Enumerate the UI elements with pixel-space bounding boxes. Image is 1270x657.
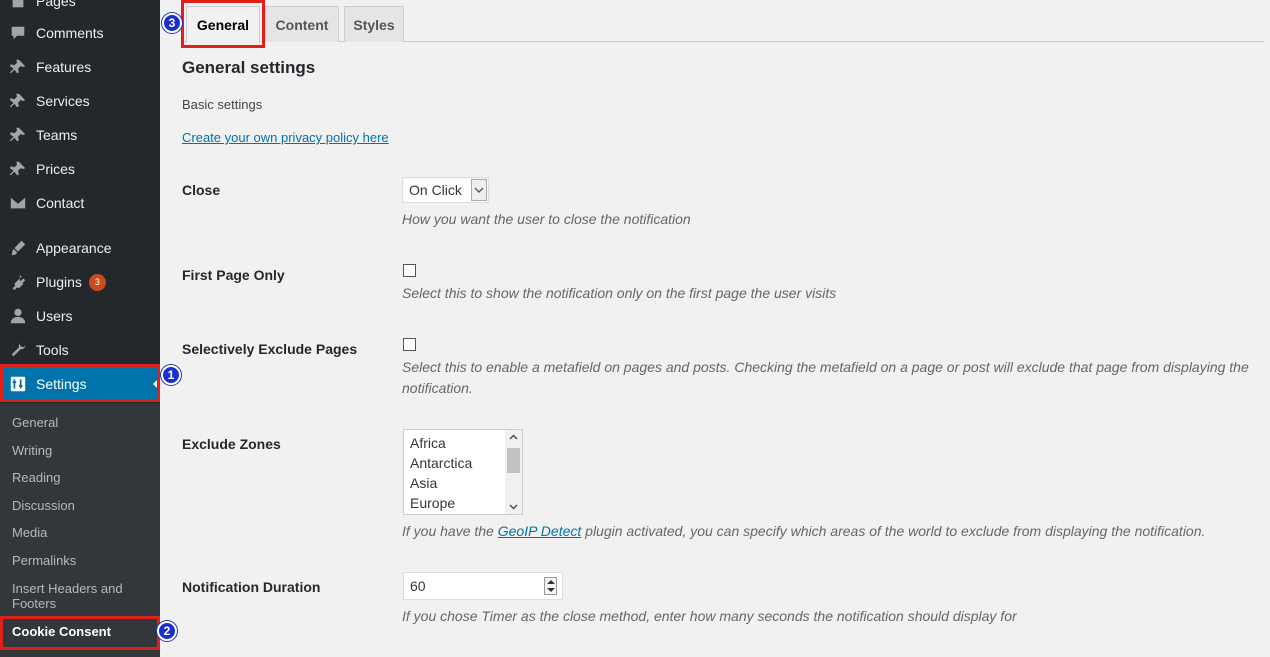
menu-users[interactable]: Users xyxy=(0,299,160,333)
envelope-icon xyxy=(8,193,28,213)
menu-label: Teams xyxy=(36,127,78,143)
notification-duration-input[interactable]: 60 xyxy=(403,572,563,600)
number-stepper[interactable] xyxy=(544,577,557,595)
wrench-icon xyxy=(8,340,28,360)
brush-icon xyxy=(8,238,28,258)
section-subtitle: Basic settings xyxy=(182,97,263,112)
zone-option[interactable]: Antarctica xyxy=(410,455,472,471)
zone-option[interactable]: Africa xyxy=(410,435,446,451)
pin-icon xyxy=(8,159,28,179)
close-select-value: On Click xyxy=(409,182,462,198)
menu-label: Plugins xyxy=(36,274,82,290)
exclude-pages-description: Select this to enable a metafield on pag… xyxy=(402,359,1249,396)
menu-plugins[interactable]: Plugins 3 xyxy=(0,265,160,299)
exclude-pages-label: Selectively Exclude Pages xyxy=(182,341,358,357)
tab-styles[interactable]: Styles xyxy=(344,6,404,42)
menu-label: Pages xyxy=(36,0,76,9)
submenu-discussion[interactable]: Discussion xyxy=(12,498,152,513)
tab-general[interactable]: General xyxy=(186,6,260,43)
menu-label: Tools xyxy=(36,342,69,358)
step-badge-3: 3 xyxy=(162,13,182,33)
plugins-update-badge: 3 xyxy=(88,273,106,291)
tabs-divider xyxy=(180,41,1264,42)
scrollbar-thumb[interactable] xyxy=(507,448,520,473)
menu-contact[interactable]: Contact xyxy=(0,186,160,220)
submenu-writing[interactable]: Writing xyxy=(12,443,152,458)
submenu-insert-headers-footers[interactable]: Insert Headers and Footers xyxy=(12,581,152,611)
menu-prices[interactable]: Prices xyxy=(0,152,160,186)
desc-text: plugin activated, you can specify which … xyxy=(581,523,1206,539)
pages-icon xyxy=(8,0,28,11)
notification-duration-description: If you chose Timer as the close method, … xyxy=(402,608,1017,624)
admin-sidebar: Pages Comments Features Services Teams P… xyxy=(0,0,160,657)
page-title: General settings xyxy=(182,58,316,77)
menu-label: Services xyxy=(36,93,90,109)
submenu-general[interactable]: General xyxy=(12,415,152,430)
close-select[interactable]: On Click xyxy=(402,177,489,203)
pin-icon xyxy=(8,125,28,145)
privacy-policy-link[interactable]: Create your own privacy policy here xyxy=(182,130,389,145)
pin-icon xyxy=(8,57,28,77)
submenu-media[interactable]: Media xyxy=(12,525,152,540)
menu-label: Users xyxy=(36,308,73,324)
zone-option[interactable]: Asia xyxy=(410,475,437,491)
menu-label: Settings xyxy=(36,376,87,392)
menu-comments[interactable]: Comments xyxy=(0,16,160,50)
chevron-down-icon[interactable] xyxy=(471,179,487,201)
first-page-only-checkbox[interactable] xyxy=(403,264,416,277)
tab-content[interactable]: Content xyxy=(265,6,339,42)
listbox-scrollbar[interactable] xyxy=(505,430,522,514)
close-label: Close xyxy=(182,182,221,198)
submenu-permalinks[interactable]: Permalinks xyxy=(12,553,152,568)
scroll-down-icon[interactable] xyxy=(509,502,518,511)
main-content: General Content Styles General settings … xyxy=(160,0,1270,657)
menu-label: Comments xyxy=(36,25,104,41)
first-page-only-description: Select this to show the notification onl… xyxy=(402,285,837,301)
active-indicator xyxy=(153,377,160,391)
menu-label: Appearance xyxy=(36,240,112,256)
exclude-pages-checkbox[interactable] xyxy=(403,338,416,351)
desc-text: If you have the xyxy=(402,523,498,539)
plug-icon xyxy=(8,272,28,292)
menu-appearance[interactable]: Appearance xyxy=(0,231,160,265)
menu-tools[interactable]: Tools xyxy=(0,333,160,367)
geoip-detect-link[interactable]: GeoIP Detect xyxy=(498,523,582,539)
menu-label: Features xyxy=(36,59,92,75)
user-icon xyxy=(8,306,28,326)
comments-icon xyxy=(8,23,28,43)
zone-option[interactable]: Europe xyxy=(410,495,455,511)
menu-label: Prices xyxy=(36,161,75,177)
menu-label: Contact xyxy=(36,195,85,211)
duration-value: 60 xyxy=(410,578,426,594)
scroll-up-icon[interactable] xyxy=(509,433,518,442)
menu-teams[interactable]: Teams xyxy=(0,118,160,152)
exclude-zones-listbox[interactable]: Africa Antarctica Asia Europe xyxy=(403,429,523,515)
pin-icon xyxy=(8,91,28,111)
settings-submenu: General Writing Reading Discussion Media… xyxy=(0,403,160,657)
submenu-cookie-consent[interactable]: Cookie Consent xyxy=(12,624,152,639)
menu-services[interactable]: Services xyxy=(0,84,160,118)
first-page-only-label: First Page Only xyxy=(182,267,285,283)
notification-duration-label: Notification Duration xyxy=(182,579,321,595)
close-description: How you want the user to close the notif… xyxy=(402,211,691,227)
exclude-zones-description: If you have the GeoIP Detect plugin acti… xyxy=(402,521,1262,542)
menu-features[interactable]: Features xyxy=(0,50,160,84)
menu-settings[interactable]: Settings xyxy=(0,367,160,401)
submenu-reading[interactable]: Reading xyxy=(12,470,152,485)
exclude-zones-label: Exclude Zones xyxy=(182,436,281,452)
settings-icon xyxy=(8,374,28,394)
